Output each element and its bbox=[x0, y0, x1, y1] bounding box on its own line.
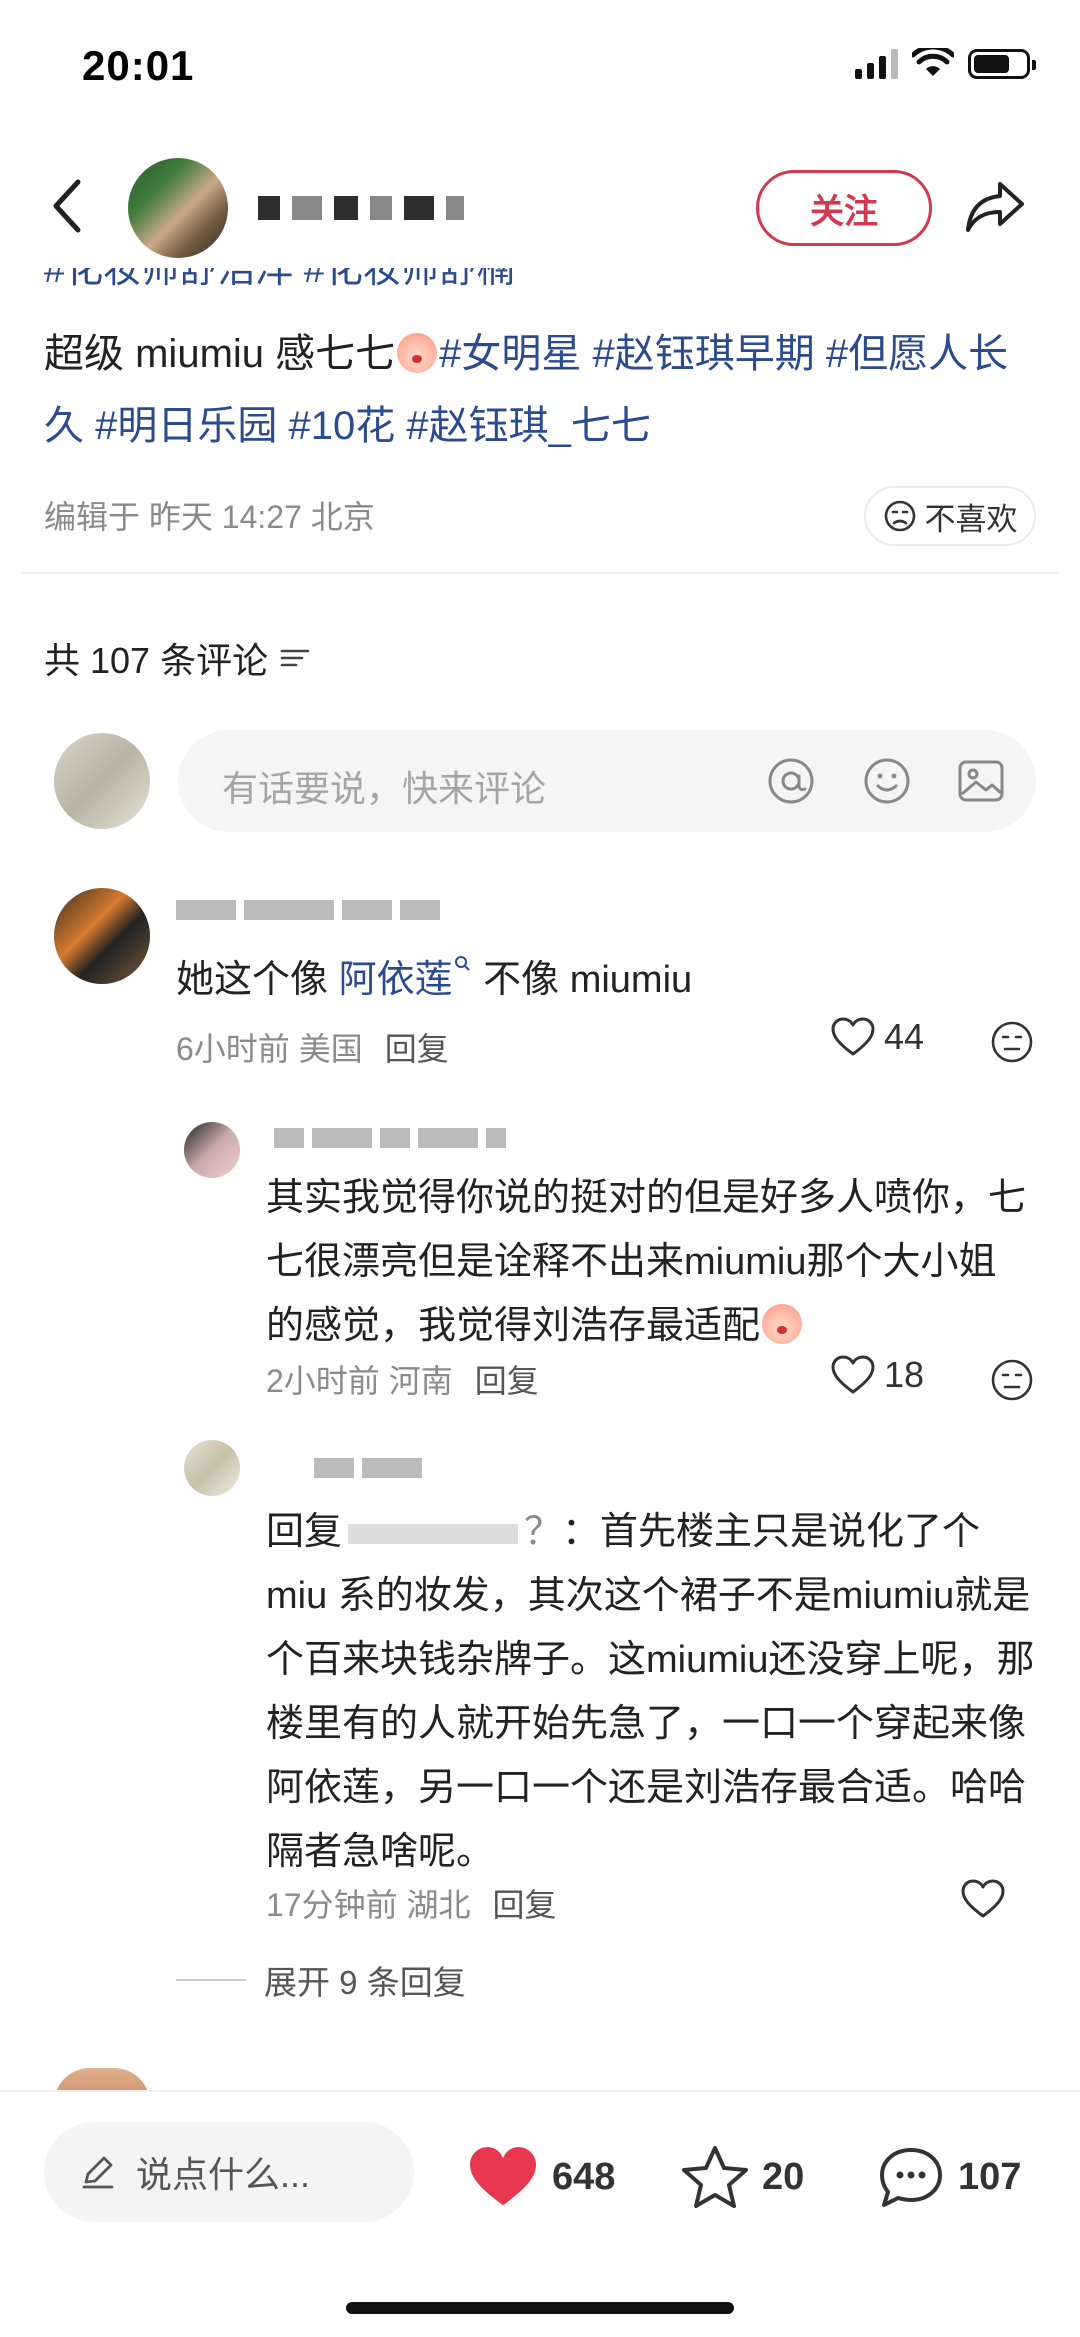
status-time: 20:01 bbox=[82, 42, 195, 89]
search-icon bbox=[454, 956, 470, 971]
say-something-input[interactable]: 说点什么... bbox=[44, 2122, 414, 2222]
back-arrow-icon[interactable] bbox=[44, 176, 94, 236]
wifi-icon bbox=[912, 48, 954, 76]
battery-icon bbox=[968, 49, 1036, 79]
commenter-name-redacted[interactable] bbox=[314, 1458, 422, 1478]
comment-meta: 6小时前 美国 回复 bbox=[176, 1031, 449, 1067]
mention-icon[interactable] bbox=[764, 754, 818, 808]
search-link[interactable]: 阿依莲 bbox=[339, 959, 453, 1001]
commenter-name-redacted[interactable] bbox=[274, 1128, 506, 1148]
hashtag[interactable]: #赵钰琪_七七 bbox=[406, 404, 651, 448]
redacted-reply-target[interactable] bbox=[348, 1523, 519, 1544]
expand-replies-button[interactable]: 展开 9 条回复 bbox=[176, 1956, 466, 2004]
comment-like-button[interactable] bbox=[960, 1878, 1006, 1920]
commenter-avatar[interactable] bbox=[184, 1122, 240, 1178]
post-header: 关注 bbox=[0, 140, 1080, 270]
expand-line bbox=[176, 1979, 246, 1981]
like-count: 18 bbox=[884, 1354, 925, 1395]
comment-like-button[interactable]: 44 bbox=[830, 1016, 924, 1058]
comment-input-placeholder: 有话要说，快来评论 bbox=[222, 768, 547, 809]
reply-button[interactable]: 回复 bbox=[475, 1363, 539, 1399]
dislike-face-icon[interactable] bbox=[990, 1020, 1034, 1064]
comment-count-label: 共 107 条评论 bbox=[44, 640, 269, 681]
comment-meta: 2小时前 河南 回复 bbox=[266, 1363, 539, 1399]
frown-face-icon bbox=[884, 500, 915, 532]
comment-bubble-icon bbox=[880, 2148, 942, 2207]
follow-button[interactable]: 关注 bbox=[756, 170, 932, 246]
comment-meta: 17分钟前 湖北 回复 bbox=[266, 1887, 557, 1923]
reply-button[interactable]: 回复 bbox=[385, 1031, 449, 1067]
star-outline-icon bbox=[682, 2146, 748, 2208]
post-like-button[interactable]: 648 bbox=[466, 2144, 615, 2210]
comment-like-button[interactable]: 18 bbox=[830, 1354, 924, 1396]
post-comment-button[interactable]: 107 bbox=[876, 2144, 1021, 2210]
cellular-signal-icon bbox=[855, 49, 898, 79]
post-body-text: 超级 miumiu 感七七 bbox=[44, 332, 396, 376]
expand-replies-label: 展开 9 条回复 bbox=[264, 1964, 466, 2001]
commenter-avatar[interactable] bbox=[184, 1440, 240, 1496]
dislike-label: 不喜欢 bbox=[924, 501, 1018, 537]
author-avatar[interactable] bbox=[128, 158, 228, 258]
reply-button[interactable]: 回复 bbox=[493, 1887, 557, 1923]
share-icon[interactable] bbox=[962, 176, 1028, 236]
dislike-button[interactable]: 不喜欢 bbox=[864, 486, 1036, 546]
home-indicator[interactable] bbox=[346, 2302, 734, 2314]
crying-face-emoji-icon bbox=[762, 1304, 803, 1344]
say-something-placeholder: 说点什么... bbox=[136, 2154, 311, 2195]
post-collect-button[interactable]: 20 bbox=[680, 2144, 804, 2210]
sort-icon bbox=[280, 649, 310, 667]
author-name-redacted[interactable] bbox=[258, 196, 464, 220]
commenter-avatar[interactable] bbox=[54, 888, 150, 984]
shy-face-emoji-icon bbox=[397, 333, 438, 373]
comment-text: 她这个像 阿依莲 不像 miumiu bbox=[176, 948, 692, 1012]
heart-filled-icon bbox=[470, 2147, 536, 2206]
post-like-count: 648 bbox=[552, 2155, 616, 2198]
pencil-icon bbox=[82, 2156, 114, 2189]
comment-text: 回复 ？：首先楼主只是说化了个 miu 系的妆发，其次这个裙子不是miumiu就是… bbox=[266, 1511, 1035, 1873]
post-tags-cut-off: #化妆师舒浩洋 #化妆师舒楠 bbox=[44, 268, 515, 291]
post-collect-count: 20 bbox=[762, 2155, 805, 2198]
comment-text: 其实我觉得你说的挺对的但是好多人喷你，七七很漂亮但是诠释不出来miumiu那个大… bbox=[266, 1177, 1027, 1347]
heart-outline-icon bbox=[831, 1355, 875, 1394]
bottom-action-bar: 说点什么... 648 20 107 bbox=[0, 2090, 1080, 2337]
emoji-icon[interactable] bbox=[860, 754, 914, 808]
commenter-name-redacted[interactable] bbox=[176, 900, 440, 920]
post-body: 超级 miumiu 感七七 #女明星 #赵钰琪早期 #但愿人长久 #明日乐园 #1… bbox=[44, 318, 1044, 462]
comment-count-sort[interactable]: 共 107 条评论 bbox=[44, 632, 312, 684]
hashtag[interactable]: #明日乐园 bbox=[95, 404, 277, 448]
status-bar: 20:01 bbox=[0, 0, 1080, 130]
image-icon[interactable] bbox=[954, 754, 1008, 808]
hashtag[interactable]: #赵钰琪早期 bbox=[593, 332, 815, 376]
post-comment-count: 107 bbox=[958, 2155, 1022, 2198]
comment-input[interactable]: 有话要说，快来评论 bbox=[178, 730, 1036, 832]
dislike-face-icon[interactable] bbox=[990, 1358, 1034, 1402]
divider bbox=[22, 572, 1058, 574]
heart-outline-icon bbox=[961, 1879, 1005, 1918]
hashtag[interactable]: #女明星 bbox=[439, 332, 581, 376]
heart-outline-icon bbox=[831, 1017, 875, 1056]
like-count: 44 bbox=[884, 1016, 925, 1057]
post-edit-meta: 编辑于 昨天 14:27 北京 bbox=[44, 499, 375, 535]
status-icons bbox=[855, 48, 1036, 80]
my-avatar bbox=[54, 733, 150, 829]
hashtag[interactable]: #10花 bbox=[289, 404, 396, 448]
